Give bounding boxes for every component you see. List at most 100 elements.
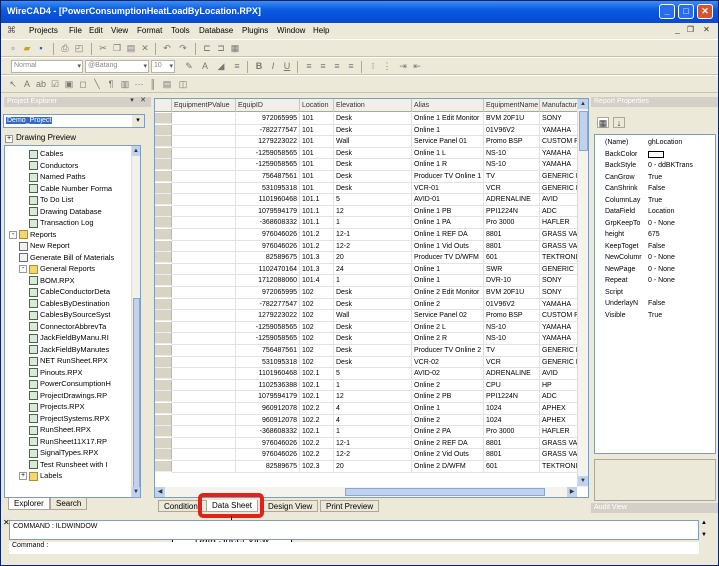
table-row[interactable]: 756487561 102 Desk Producer TV Online 2 TV GE…: [155, 345, 588, 357]
table-cell[interactable]: Online 2 PA: [412, 426, 484, 438]
table-cell[interactable]: Online 2: [412, 379, 484, 392]
grid-corner[interactable]: [155, 99, 172, 112]
explorer-close-icon[interactable]: ✕: [139, 96, 147, 106]
tree-item[interactable]: Cable Number Forma: [29, 183, 112, 194]
table-cell[interactable]: Producer TV D/WFM: [412, 252, 484, 264]
row-selector[interactable]: [155, 136, 172, 148]
table-cell[interactable]: Producer TV Online 2: [412, 345, 484, 357]
tab-print-preview[interactable]: Print Preview: [320, 500, 380, 512]
table-row[interactable]: -782277547 101 Desk Online 1 01V96V2 YAMAHA: [155, 124, 588, 137]
row-selector[interactable]: [155, 298, 172, 310]
table-cell[interactable]: ADRENALINE: [484, 194, 540, 206]
table-cell[interactable]: Online 1 PB: [412, 205, 484, 218]
table-cell[interactable]: 24: [334, 263, 412, 276]
table-cell[interactable]: 1024: [484, 403, 540, 415]
table-cell[interactable]: Desk: [334, 113, 412, 125]
table-cell[interactable]: [172, 194, 236, 206]
table-cell[interactable]: Desk: [334, 321, 412, 334]
table-cell[interactable]: Service Panel 02: [412, 310, 484, 322]
tree-item[interactable]: JackFieldByManu.RI: [29, 332, 109, 343]
table-row[interactable]: 531095318 102 Desk VCR-02 VCR GENERIC EL: [155, 356, 588, 369]
table-row[interactable]: 976046026 102.2 12-1 Online 2 REF DA 8801 GRA…: [155, 437, 588, 450]
table-cell[interactable]: -782277547: [236, 124, 300, 137]
table-cell[interactable]: Online 2 Edit Monitor: [412, 287, 484, 299]
table-cell[interactable]: 82589675: [236, 252, 300, 264]
table-cell[interactable]: [172, 461, 236, 473]
table-cell[interactable]: -1259058565: [236, 159, 300, 171]
mdi-minimize-icon[interactable]: _: [672, 25, 683, 36]
tree-item[interactable]: ProjectDrawings.RP: [29, 390, 107, 401]
table-cell[interactable]: Online 1: [412, 263, 484, 276]
table-row[interactable]: 960912078 102.2 4 Online 1 1024 APHEX: [155, 403, 588, 415]
table-cell[interactable]: [172, 333, 236, 345]
tree-item[interactable]: NET RunSheet.RPX: [29, 355, 108, 366]
collapse-icon[interactable]: -: [9, 230, 17, 239]
table-cell[interactable]: 101.1: [300, 205, 334, 218]
table-cell[interactable]: Online 1 PA: [412, 217, 484, 229]
property-row[interactable]: Script: [595, 287, 715, 298]
property-value[interactable]: Location: [648, 206, 715, 217]
table-cell[interactable]: 01V96V2: [484, 124, 540, 137]
close-button[interactable]: ✕: [697, 4, 713, 19]
tab-search[interactable]: Search: [50, 498, 88, 510]
table-cell[interactable]: NS-10: [484, 321, 540, 334]
table-cell[interactable]: 101.1: [300, 194, 334, 206]
property-value[interactable]: 0 - None: [648, 275, 715, 286]
table-cell[interactable]: Online 2 D/WFM: [412, 461, 484, 473]
project-combo-arrow-icon[interactable]: ▾: [132, 115, 144, 127]
property-row[interactable]: KeepToget False: [595, 241, 715, 252]
table-cell[interactable]: TV: [484, 345, 540, 357]
shape-icon[interactable]: ◻: [77, 79, 89, 90]
minimize-button[interactable]: _: [659, 4, 675, 19]
table-cell[interactable]: 1: [334, 426, 412, 438]
row-selector[interactable]: [155, 171, 172, 182]
table-cell[interactable]: [172, 136, 236, 148]
row-selector[interactable]: [155, 194, 172, 206]
table-cell[interactable]: 601: [484, 461, 540, 473]
row-selector[interactable]: [155, 391, 172, 403]
table-cell[interactable]: [172, 217, 236, 229]
table-cell[interactable]: 12-1: [334, 437, 412, 450]
tree-item[interactable]: PowerConsumptionH: [29, 378, 111, 389]
table-cell[interactable]: 102.1: [300, 368, 334, 380]
table-row[interactable]: 1279223022 101 Wall Service Panel 01 Promo B…: [155, 136, 588, 148]
table-cell[interactable]: [172, 275, 236, 287]
grid-scroll-right-icon[interactable]: ▶: [567, 487, 577, 497]
table-cell[interactable]: NS-10: [484, 147, 540, 160]
table-cell[interactable]: 8801: [484, 449, 540, 461]
command-scroll-up-icon[interactable]: ▲: [701, 520, 707, 526]
table-cell[interactable]: [172, 426, 236, 438]
column-header[interactable]: Location: [300, 99, 334, 112]
project-combo[interactable]: Demo_Project ▾: [3, 114, 145, 128]
table-cell[interactable]: 12: [334, 205, 412, 218]
property-row[interactable]: GrpKeepTo 0 - None: [595, 218, 715, 229]
row-selector[interactable]: [155, 182, 172, 194]
table-cell[interactable]: Online 1: [412, 124, 484, 137]
textbox-icon[interactable]: ab: [35, 79, 47, 90]
tree-item[interactable]: CablesBySourceSyst: [29, 309, 110, 320]
table-cell[interactable]: [172, 403, 236, 415]
table-cell[interactable]: -368608332: [236, 217, 300, 229]
table-cell[interactable]: 101.1: [300, 217, 334, 229]
table-cell[interactable]: VCR-01: [412, 182, 484, 195]
table-cell[interactable]: BVM 20F1U: [484, 113, 540, 125]
scroll-up-icon[interactable]: ▲: [132, 146, 140, 156]
table-cell[interactable]: ADRENALINE: [484, 368, 540, 380]
table-cell[interactable]: 102.2: [300, 437, 334, 450]
table-cell[interactable]: 12-2: [334, 449, 412, 461]
table-cell[interactable]: 12: [334, 391, 412, 403]
table-cell[interactable]: 101: [300, 159, 334, 171]
row-selector[interactable]: [155, 113, 172, 124]
grid-vscroll-thumb[interactable]: [579, 111, 588, 151]
explorer-pin-icon[interactable]: ▾: [128, 96, 136, 106]
table-cell[interactable]: 20: [334, 461, 412, 473]
command-scroll-down-icon[interactable]: ▼: [701, 532, 707, 538]
table-cell[interactable]: [172, 240, 236, 253]
table-cell[interactable]: 102.2: [300, 449, 334, 461]
table-cell[interactable]: Wall: [334, 310, 412, 322]
property-value[interactable]: False: [648, 183, 715, 194]
table-row[interactable]: -1259058565 101 Desk Online 1 R NS-10 YAMAHA: [155, 159, 588, 171]
property-row[interactable]: DataField Location: [595, 206, 715, 217]
title-bar[interactable]: WireCAD4 - [PowerConsumptionHeatLoadByLo…: [1, 1, 718, 23]
table-cell[interactable]: [172, 321, 236, 334]
